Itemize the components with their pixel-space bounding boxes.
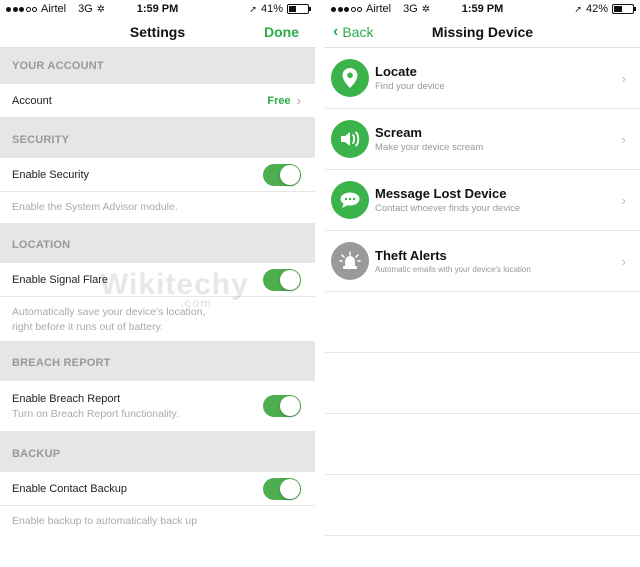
breach-report-label: Enable Breach Report <box>12 392 121 405</box>
theft-alerts-item[interactable]: Theft Alerts Automatic emails with your … <box>325 231 640 292</box>
signal-flare-label: Enable Signal Flare <box>12 273 109 286</box>
battery-fill <box>289 6 297 12</box>
section-header-backup: BACKUP <box>0 432 315 472</box>
item-subtitle: Contact whoever finds your device <box>375 203 521 214</box>
security-toggle[interactable] <box>263 163 301 186</box>
empty-row <box>325 475 640 536</box>
section-header-breach: BREACH REPORT <box>0 341 315 381</box>
battery-percent: 41% <box>260 3 283 15</box>
breach-report-row: Enable Breach Report Turn on Breach Repo… <box>0 381 315 432</box>
nav-bar: ‹ Back Missing Device <box>325 18 640 48</box>
section-header-security: SECURITY <box>0 118 315 158</box>
contact-backup-description: Enable backup to automatically back up <box>0 506 315 537</box>
status-bar: Airtel 3G ✲ 1:59 PM ➚ 42% <box>325 0 640 18</box>
contact-backup-row: Enable Contact Backup <box>0 472 315 506</box>
battery-info: ➚ 42% <box>574 3 636 15</box>
account-label: Account <box>12 94 52 107</box>
battery-icon <box>287 4 311 14</box>
account-plan: Free › <box>267 93 301 108</box>
section-header-account: YOUR ACCOUNT <box>0 48 315 84</box>
screen-divider <box>315 0 325 567</box>
battery-percent: 42% <box>585 3 608 15</box>
chevron-right-icon: › <box>621 70 626 86</box>
item-subtitle: Make your device scream <box>375 142 484 153</box>
toggle-knob <box>280 478 300 499</box>
chevron-right-icon: › <box>621 192 626 208</box>
location-pin-icon <box>331 59 369 97</box>
toggle-knob <box>280 164 300 185</box>
speaker-icon <box>331 120 369 158</box>
chat-bubble-icon <box>331 181 369 219</box>
contact-backup-toggle[interactable] <box>263 477 301 500</box>
item-subtitle: Find your device <box>375 81 445 92</box>
status-bar: Airtel 3G ✲ 1:59 PM ➚ 41% <box>0 0 315 18</box>
chevron-right-icon: › <box>621 253 626 269</box>
nav-bar: Settings Done <box>0 18 315 48</box>
message-lost-device-item[interactable]: Message Lost Device Contact whoever find… <box>325 170 640 231</box>
item-subtitle: Automatic emails with your device's loca… <box>375 265 531 274</box>
item-title: Locate <box>375 64 417 79</box>
scream-item[interactable]: Scream Make your device scream › <box>325 109 640 170</box>
security-description: Enable the System Advisor module. <box>0 192 315 223</box>
breach-report-toggle[interactable] <box>263 395 301 417</box>
account-plan-value: Free <box>267 94 291 107</box>
siren-icon <box>331 242 369 280</box>
item-title: Theft Alerts <box>375 248 447 263</box>
security-row: Enable Security <box>0 158 315 192</box>
battery-info: ➚ 41% <box>249 3 311 15</box>
toggle-knob <box>280 269 300 290</box>
chevron-right-icon: › <box>621 131 626 147</box>
empty-row <box>325 414 640 475</box>
done-button[interactable]: Done <box>264 24 299 40</box>
missing-device-screen: Airtel 3G ✲ 1:59 PM ➚ 42% ‹ Back Missing… <box>325 0 640 567</box>
item-title: Message Lost Device <box>375 186 507 201</box>
section-header-location: LOCATION <box>0 223 315 263</box>
watermark-text: Wikitechy <box>100 268 249 301</box>
watermark-logo: Wikitechy .com <box>100 268 249 310</box>
chevron-right-icon: › <box>296 93 301 108</box>
battery-icon <box>612 4 636 14</box>
toggle-knob <box>280 396 300 416</box>
item-title: Scream <box>375 125 422 140</box>
locate-item[interactable]: Locate Find your device › <box>325 48 640 109</box>
location-arrow-icon: ➚ <box>574 3 582 14</box>
security-label: Enable Security <box>12 168 90 181</box>
signal-flare-description-line2: right before it runs out of battery. <box>12 321 163 333</box>
page-title: Missing Device <box>431 24 534 40</box>
contact-backup-label: Enable Contact Backup <box>12 482 127 495</box>
location-arrow-icon: ➚ <box>249 3 257 14</box>
breach-report-subtitle: Turn on Breach Report functionality. <box>12 407 179 420</box>
empty-row <box>325 292 640 353</box>
account-row[interactable]: Account Free › <box>0 84 315 118</box>
empty-row <box>325 353 640 414</box>
battery-fill <box>614 6 622 12</box>
signal-flare-toggle[interactable] <box>263 268 301 291</box>
